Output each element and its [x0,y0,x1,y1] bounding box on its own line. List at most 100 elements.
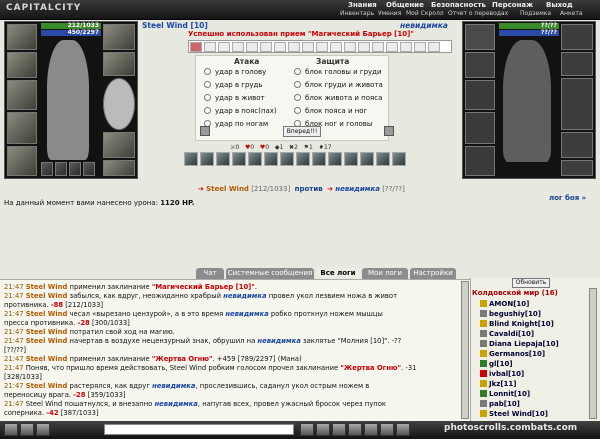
tab-all-logs[interactable]: Все логи [316,268,360,279]
defense-option-4[interactable]: блок пояса и ног [294,107,367,115]
trick-slot[interactable] [400,42,412,52]
trick-slot[interactable] [358,42,370,52]
skill-icon[interactable] [264,152,278,166]
menu-security[interactable]: Безопасность [431,1,486,9]
attack-option-head[interactable]: удар в голову [204,68,266,76]
submenu-dungeon[interactable]: Подземка [520,10,551,17]
menu-exit[interactable]: Выход [546,1,573,9]
chat-highlight[interactable]: невидимка [154,400,197,408]
online-scrollbar[interactable] [589,288,597,419]
trick-slot[interactable] [302,42,314,52]
weapon-slot[interactable] [7,80,37,110]
trick-slot[interactable] [246,42,258,52]
submenu-skills[interactable]: Умения [378,10,401,17]
chat-author[interactable]: Steel Wind [26,328,68,336]
fight-log-link[interactable]: лог боя » [549,194,586,202]
filter-icon[interactable] [300,423,314,436]
trick-slot[interactable] [316,42,328,52]
online-user[interactable]: Germanos[10] [480,350,545,358]
submenu-profile[interactable]: Анкета [560,10,583,17]
skill-icon[interactable] [248,152,262,166]
online-user-name[interactable]: Lonnit[10] [489,390,530,398]
skill-icon[interactable] [296,152,310,166]
chat-highlight[interactable]: невидимка [152,382,195,390]
tab-my-logs[interactable]: Мои логи [362,268,408,279]
online-user[interactable]: begushiy[10] [480,310,541,318]
belt-slot[interactable] [7,146,37,176]
radio-icon[interactable] [294,107,301,114]
chat-input[interactable] [104,424,294,435]
rune-slot-1[interactable] [41,162,53,176]
skill-icon[interactable] [184,152,198,166]
rune-slot-3[interactable] [69,162,81,176]
chat-scrollbar[interactable] [461,281,469,419]
menu-communication[interactable]: Общение [386,1,424,9]
skill-icon[interactable] [392,152,406,166]
menu-character[interactable]: Персонаж [492,1,533,9]
defense-option-2[interactable]: блок груди и живота [294,81,383,89]
trick-slot[interactable] [428,42,440,52]
shield-slot[interactable] [103,78,135,130]
rune-slot-2[interactable] [55,162,67,176]
earrings-slot[interactable] [103,24,135,50]
trick-slot[interactable] [386,42,398,52]
skill-icon[interactable] [344,152,358,166]
online-user-name[interactable]: begushiy[10] [489,310,541,318]
translit-icon[interactable] [316,423,330,436]
amulet-slot[interactable] [7,52,37,78]
trick-slot[interactable] [260,42,272,52]
tab-chat[interactable]: Чат [196,268,224,279]
attack-option-belly[interactable]: удар в живот [204,94,265,102]
trick-slot[interactable] [330,42,342,52]
smile-icon[interactable] [4,423,18,436]
go-button[interactable]: Вперед!!! [283,126,321,137]
tab-system-messages[interactable]: Системные сообщения [226,268,314,279]
trick-slot[interactable] [288,42,300,52]
radio-icon[interactable] [294,94,301,101]
chat-highlight[interactable]: невидимка [223,292,266,300]
chat-author[interactable]: Steel Wind [26,337,68,345]
online-user-name[interactable]: Germanos[10] [489,350,545,358]
tab-settings[interactable]: Настройки [410,268,456,279]
trick-slot[interactable] [218,42,230,52]
skill-icon[interactable] [312,152,326,166]
online-user-name[interactable]: Cavaldi[10] [489,330,534,338]
submenu-inventory[interactable]: Инвентарь [340,10,374,17]
armor-slot[interactable] [7,112,37,144]
helmet-slot[interactable] [7,24,37,50]
radio-icon[interactable] [204,107,211,114]
skill-icon[interactable] [360,152,374,166]
online-user[interactable]: gl[10] [480,360,513,368]
pause-icon[interactable] [348,423,362,436]
radio-icon[interactable] [204,68,211,75]
clock-icon[interactable] [364,423,378,436]
online-user-name[interactable]: Blind Knight[10] [489,320,554,328]
trick-slot[interactable] [190,42,202,52]
online-user-name[interactable]: ivbal[10] [489,370,524,378]
chat-author[interactable]: Steel Wind [26,382,68,390]
radio-icon[interactable] [204,81,211,88]
online-user[interactable]: Diana Liepaja[10] [480,340,559,348]
trick-slot[interactable] [344,42,356,52]
chat-highlight[interactable]: невидимка [257,337,300,345]
enemy-avatar[interactable] [503,40,551,162]
skill-icon[interactable] [280,152,294,166]
defense-option-3[interactable]: блок живота и пояса [294,94,382,102]
online-user[interactable]: Lonnit[10] [480,390,530,398]
player-name[interactable]: Steel Wind [142,21,188,30]
trick-slot[interactable] [414,42,426,52]
online-user-name[interactable]: Diana Liepaja[10] [489,340,559,348]
online-user[interactable]: AMON[10] [480,300,529,308]
skill-icon[interactable] [200,152,214,166]
trick-slot[interactable] [204,42,216,52]
attack-option-belt[interactable]: удар в пояс(пах) [204,107,277,115]
player-avatar[interactable] [47,40,89,160]
online-user[interactable]: Steel Wind[10] [480,410,548,418]
online-user-name[interactable]: pab[10] [489,400,520,408]
online-user-name[interactable]: AMON[10] [489,300,529,308]
online-user[interactable]: Blind Knight[10] [480,320,554,328]
refresh-button[interactable]: Обновить [512,278,550,288]
online-user[interactable]: ivbal[10] [480,370,524,378]
defense-option-1[interactable]: блок головы и груди [294,68,382,76]
skill-icon[interactable] [232,152,246,166]
